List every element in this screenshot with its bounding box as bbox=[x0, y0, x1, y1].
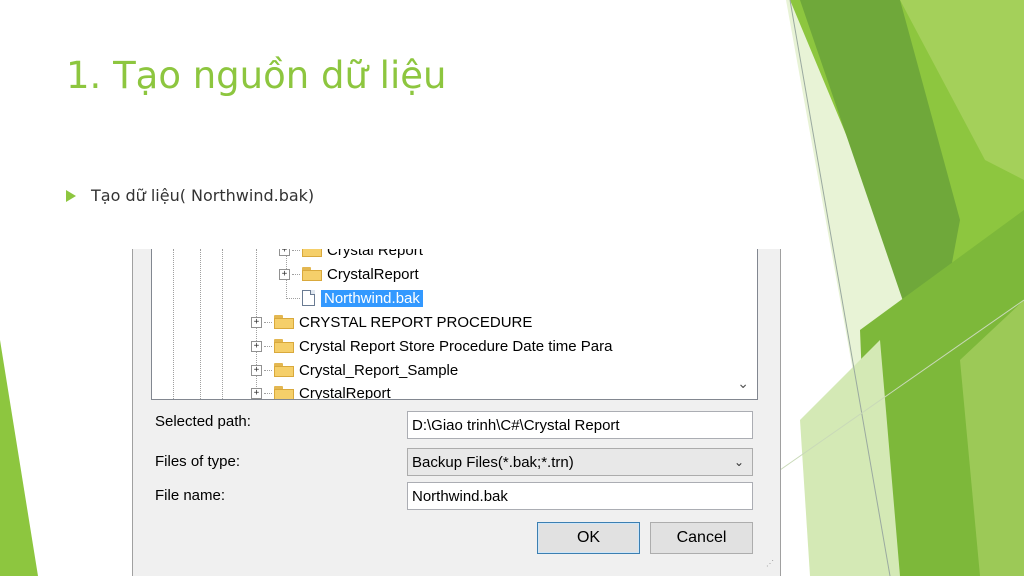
plus-box-icon[interactable]: + bbox=[251, 340, 262, 352]
folder-icon bbox=[302, 267, 322, 281]
bullet-arrow-icon bbox=[66, 189, 76, 202]
tree-item[interactable]: + Crystal_Report_Sample bbox=[251, 360, 458, 380]
tree-item[interactable]: + Crystal Report bbox=[279, 249, 423, 260]
tree-line bbox=[200, 249, 201, 399]
files-of-type-select[interactable]: Backup Files(*.bak;*.trn) ⌄ bbox=[407, 448, 753, 476]
slide-title: 1. Tạo nguồn dữ liệu bbox=[66, 54, 447, 97]
file-name-label: File name: bbox=[155, 487, 226, 504]
tree-item-label: Northwind.bak bbox=[321, 289, 423, 307]
tree-item-label: CrystalReport bbox=[327, 265, 419, 283]
bullet-item: Tạo dữ liệu( Northwind.bak) bbox=[66, 186, 314, 205]
folder-icon bbox=[274, 339, 294, 353]
plus-box-icon[interactable]: + bbox=[251, 316, 262, 328]
file-dialog: + Crystal Report + CrystalReport Northwi… bbox=[132, 249, 781, 576]
cancel-button[interactable]: Cancel bbox=[650, 522, 753, 554]
tree-item[interactable]: + CrystalReport bbox=[251, 383, 391, 400]
tree-line bbox=[222, 249, 223, 399]
scroll-down-icon[interactable]: ⌄ bbox=[737, 376, 749, 392]
plus-box-icon[interactable]: + bbox=[279, 249, 290, 256]
tree-item-selected[interactable]: Northwind.bak bbox=[286, 288, 423, 308]
folder-icon bbox=[302, 249, 322, 257]
resize-grip-icon[interactable]: ⋰ bbox=[766, 560, 776, 572]
file-icon bbox=[302, 290, 315, 306]
tree-item-label: Crystal_Report_Sample bbox=[299, 361, 459, 379]
plus-box-icon[interactable]: + bbox=[251, 387, 262, 399]
selected-path-label: Selected path: bbox=[155, 413, 251, 430]
tree-item[interactable]: + CrystalReport bbox=[279, 264, 419, 284]
tree-item-label: Crystal Report bbox=[327, 249, 423, 259]
tree-item-label: CRYSTAL REPORT PROCEDURE bbox=[299, 313, 533, 331]
tree-line bbox=[173, 249, 174, 399]
plus-box-icon[interactable]: + bbox=[279, 268, 290, 280]
tree-item-label: Crystal Report Store Procedure Date time… bbox=[299, 337, 613, 355]
files-of-type-label: Files of type: bbox=[155, 453, 241, 470]
tree-item-label: CrystalReport bbox=[299, 384, 391, 400]
folder-icon bbox=[274, 386, 294, 399]
tree-item[interactable]: + CRYSTAL REPORT PROCEDURE bbox=[251, 312, 532, 332]
folder-icon bbox=[274, 363, 294, 377]
tree-item[interactable]: + Crystal Report Store Procedure Date ti… bbox=[251, 336, 612, 356]
file-name-field[interactable]: Northwind.bak bbox=[407, 482, 753, 510]
chevron-down-icon: ⌄ bbox=[733, 455, 744, 469]
bullet-text: Tạo dữ liệu( Northwind.bak) bbox=[91, 186, 315, 205]
selected-path-field[interactable]: D:\Giao trinh\C#\Crystal Report bbox=[407, 411, 753, 439]
ok-button[interactable]: OK bbox=[537, 522, 640, 554]
files-of-type-value: Backup Files(*.bak;*.trn) bbox=[412, 453, 574, 471]
folder-tree[interactable]: + Crystal Report + CrystalReport Northwi… bbox=[151, 249, 758, 400]
plus-box-icon[interactable]: + bbox=[251, 364, 262, 376]
folder-icon bbox=[274, 315, 294, 329]
